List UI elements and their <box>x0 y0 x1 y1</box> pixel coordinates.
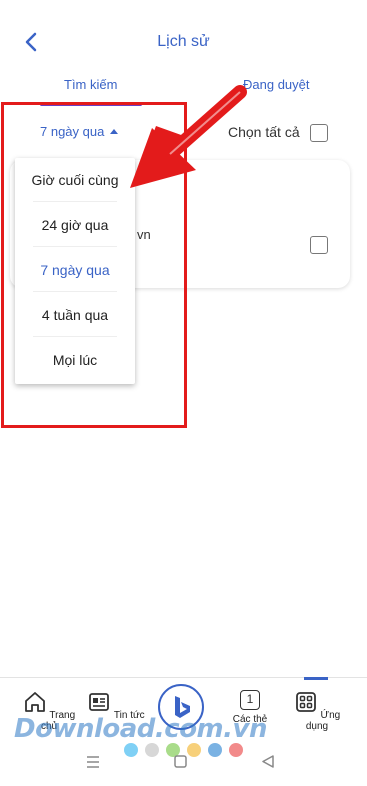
dot-2 <box>145 743 159 757</box>
tabs-count: 1 <box>246 692 254 706</box>
dot-6 <box>229 743 243 757</box>
page-title: Lịch sử <box>157 33 210 50</box>
watermark: Download.com.vn <box>14 714 267 744</box>
select-all-checkbox[interactable] <box>310 124 328 142</box>
triangle-back-icon <box>262 755 274 768</box>
tabs-icon: 1 <box>240 690 260 710</box>
arrow-annotation-icon <box>130 85 247 188</box>
dot-1 <box>124 743 138 757</box>
apps-icon <box>295 692 316 712</box>
tab-search[interactable]: Tìm kiếm <box>64 77 117 92</box>
dot-4 <box>187 743 201 757</box>
news-icon <box>89 693 110 711</box>
square-icon <box>174 755 187 768</box>
nav-apps[interactable]: Ứng dụng <box>287 690 347 732</box>
active-nav-indicator <box>304 677 328 680</box>
system-home-button[interactable] <box>174 755 187 771</box>
dot-5 <box>208 743 222 757</box>
home-icon <box>24 692 45 712</box>
status-bar <box>0 0 367 14</box>
menu-icon <box>87 756 99 768</box>
system-back-button[interactable] <box>262 755 274 771</box>
history-item-checkbox[interactable] <box>310 236 328 254</box>
system-menu-button[interactable] <box>86 755 100 771</box>
